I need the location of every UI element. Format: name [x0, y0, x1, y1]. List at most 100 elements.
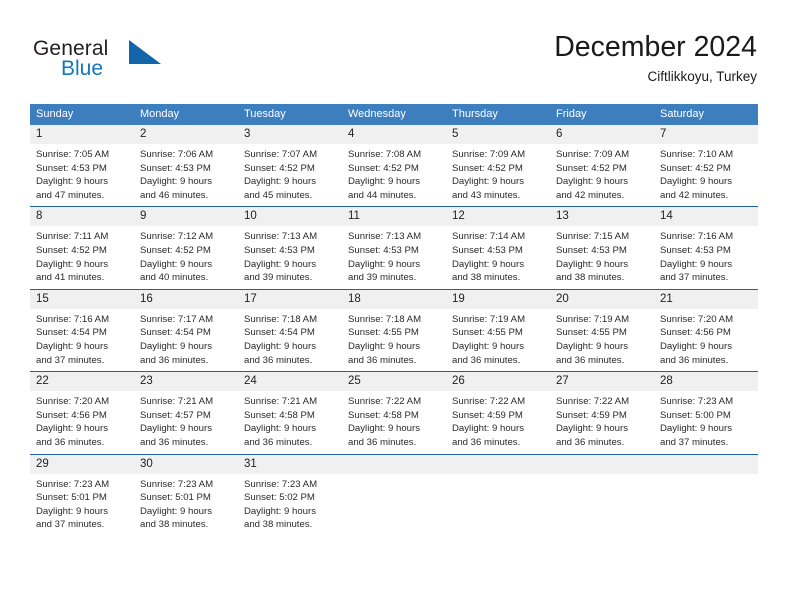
daylight-text-line2: and 38 minutes.	[244, 519, 313, 531]
day-number	[654, 454, 758, 474]
day-sun-info: Sunrise: 7:18 AM Sunset: 4:55 PM Daylight:…	[342, 309, 446, 367]
daylight-text-line2: and 44 minutes.	[348, 189, 417, 201]
day-cell[interactable]: 9 Sunrise: 7:12 AM Sunset: 4:52 PM Daylight…	[134, 207, 238, 284]
sunset-text: Sunset: 4:53 PM	[660, 244, 731, 256]
day-sun-info: Sunrise: 7:13 AM Sunset: 4:53 PM Daylight:…	[238, 226, 342, 284]
daylight-text-line1: Daylight: 9 hours	[660, 340, 732, 352]
daylight-text-line2: and 37 minutes.	[660, 272, 729, 284]
day-cell[interactable]: 30 Sunrise: 7:23 AM Sunset: 5:01 PM Dayligh…	[134, 454, 238, 532]
day-cell[interactable]: 23 Sunrise: 7:21 AM Sunset: 4:57 PM Dayligh…	[134, 372, 238, 449]
day-cell[interactable]: 5 Sunrise: 7:09 AM Sunset: 4:52 PM Daylight…	[446, 125, 550, 202]
day-cell[interactable]: 1 Sunrise: 7:05 AM Sunset: 4:53 PM Daylight…	[30, 125, 134, 202]
day-cell[interactable]: 27 Sunrise: 7:22 AM Sunset: 4:59 PM Dayligh…	[550, 372, 654, 449]
day-cell[interactable]: 14 Sunrise: 7:16 AM Sunset: 4:53 PM Dayligh…	[654, 207, 758, 284]
day-sun-info: Sunrise: 7:14 AM Sunset: 4:53 PM Daylight:…	[446, 226, 550, 284]
day-cell[interactable]: 22 Sunrise: 7:20 AM Sunset: 4:56 PM Dayligh…	[30, 372, 134, 449]
daylight-text-line1: Daylight: 9 hours	[140, 340, 212, 352]
day-cell[interactable]: 20 Sunrise: 7:19 AM Sunset: 4:55 PM Dayligh…	[550, 289, 654, 367]
daylight-text-line1: Daylight: 9 hours	[140, 258, 212, 270]
sunrise-text: Sunrise: 7:09 AM	[556, 149, 630, 160]
day-cell-empty	[550, 454, 654, 532]
day-cell[interactable]: 3 Sunrise: 7:07 AM Sunset: 4:52 PM Daylight…	[238, 125, 342, 202]
logo-triangle-icon	[129, 40, 161, 64]
daylight-text-line2: and 37 minutes.	[36, 354, 105, 366]
daylight-text-line1: Daylight: 9 hours	[140, 505, 212, 517]
day-sun-info: Sunrise: 7:13 AM Sunset: 4:53 PM Daylight:…	[342, 226, 446, 284]
day-number	[342, 454, 446, 474]
sunrise-text: Sunrise: 7:16 AM	[36, 313, 110, 325]
day-cell-empty	[342, 454, 446, 532]
day-cell[interactable]: 15 Sunrise: 7:16 AM Sunset: 4:54 PM Dayligh…	[30, 289, 134, 367]
daylight-text-line2: and 36 minutes.	[140, 436, 209, 448]
day-cell[interactable]: 24 Sunrise: 7:21 AM Sunset: 4:58 PM Dayligh…	[238, 372, 342, 449]
day-cell[interactable]: 13 Sunrise: 7:15 AM Sunset: 4:53 PM Dayligh…	[550, 207, 654, 284]
day-number: 21	[654, 289, 758, 309]
daylight-text-line2: and 43 minutes.	[452, 189, 521, 201]
day-cell[interactable]: 7 Sunrise: 7:10 AM Sunset: 4:52 PM Daylight…	[654, 125, 758, 202]
sunset-text: Sunset: 4:52 PM	[348, 162, 419, 174]
day-cell[interactable]: 26 Sunrise: 7:22 AM Sunset: 4:59 PM Dayligh…	[446, 372, 550, 449]
daylight-text-line1: Daylight: 9 hours	[452, 258, 524, 270]
day-cell[interactable]: 2 Sunrise: 7:06 AM Sunset: 4:53 PM Daylight…	[134, 125, 238, 202]
sunset-text: Sunset: 4:55 PM	[348, 327, 419, 339]
day-sun-info: Sunrise: 7:22 AM Sunset: 4:59 PM Daylight:…	[550, 391, 654, 449]
day-cell[interactable]: 19 Sunrise: 7:19 AM Sunset: 4:55 PM Dayligh…	[446, 289, 550, 367]
weekday-header-tuesday: Tuesday	[244, 108, 286, 120]
sunset-text: Sunset: 4:53 PM	[556, 244, 627, 256]
daylight-text-line1: Daylight: 9 hours	[660, 423, 732, 435]
sunrise-text: Sunrise: 7:22 AM	[556, 396, 630, 408]
day-cell[interactable]: 31 Sunrise: 7:23 AM Sunset: 5:02 PM Dayligh…	[238, 454, 342, 532]
day-number: 28	[654, 372, 758, 392]
day-sun-info: Sunrise: 7:23 AM Sunset: 5:01 PM Daylight:…	[134, 474, 238, 532]
day-cell[interactable]: 11 Sunrise: 7:13 AM Sunset: 4:53 PM Dayligh…	[342, 207, 446, 284]
day-sun-info: Sunrise: 7:15 AM Sunset: 4:53 PM Daylight:…	[550, 226, 654, 284]
sunset-text: Sunset: 4:53 PM	[36, 162, 107, 174]
day-number: 24	[238, 372, 342, 392]
day-cell[interactable]: 25 Sunrise: 7:22 AM Sunset: 4:58 PM Dayligh…	[342, 372, 446, 449]
weekday-header-monday: Monday	[140, 108, 180, 120]
day-cell[interactable]: 6 Sunrise: 7:09 AM Sunset: 4:52 PM Daylight…	[550, 125, 654, 202]
sunrise-text: Sunrise: 7:10 AM	[660, 149, 734, 160]
day-sun-info: Sunrise: 7:20 AM Sunset: 4:56 PM Daylight:…	[30, 391, 134, 449]
day-cell-empty	[654, 454, 758, 532]
day-number: 5	[446, 125, 550, 144]
day-sun-info: Sunrise: 7:17 AM Sunset: 4:54 PM Daylight:…	[134, 309, 238, 367]
sunset-text: Sunset: 5:01 PM	[36, 492, 107, 504]
sunrise-text: Sunrise: 7:09 AM	[452, 149, 526, 160]
daylight-text-line1: Daylight: 9 hours	[244, 258, 316, 270]
day-cell[interactable]: 12 Sunrise: 7:14 AM Sunset: 4:53 PM Dayligh…	[446, 207, 550, 284]
day-sun-info: Sunrise: 7:23 AM Sunset: 5:01 PM Daylight:…	[30, 474, 134, 532]
sunrise-text: Sunrise: 7:23 AM	[140, 478, 214, 490]
day-cell[interactable]: 8 Sunrise: 7:11 AM Sunset: 4:52 PM Daylight…	[30, 207, 134, 284]
day-sun-info: Sunrise: 7:09 AM Sunset: 4:52 PM Daylight:…	[550, 144, 654, 202]
weekday-header-thursday: Thursday	[452, 108, 498, 120]
daylight-text-line1: Daylight: 9 hours	[36, 258, 108, 270]
day-cell[interactable]: 17 Sunrise: 7:18 AM Sunset: 4:54 PM Dayligh…	[238, 289, 342, 367]
daylight-text-line1: Daylight: 9 hours	[244, 176, 316, 188]
daylight-text-line2: and 38 minutes.	[556, 272, 625, 284]
day-cell[interactable]: 29 Sunrise: 7:23 AM Sunset: 5:01 PM Dayligh…	[30, 454, 134, 532]
page-title: December 2024	[554, 31, 757, 63]
day-cell[interactable]: 18 Sunrise: 7:18 AM Sunset: 4:55 PM Dayligh…	[342, 289, 446, 367]
calendar-page: General Blue December 2024 Ciftlikkoyu, …	[0, 0, 792, 612]
sunset-text: Sunset: 4:58 PM	[244, 409, 315, 421]
sunset-text: Sunset: 4:55 PM	[452, 327, 523, 339]
daylight-text-line2: and 37 minutes.	[660, 436, 729, 448]
sunset-text: Sunset: 4:52 PM	[452, 162, 523, 174]
daylight-text-line1: Daylight: 9 hours	[244, 423, 316, 435]
weekday-header-friday: Friday	[556, 108, 587, 120]
day-cell[interactable]: 4 Sunrise: 7:08 AM Sunset: 4:52 PM Daylight…	[342, 125, 446, 202]
day-cell[interactable]: 10 Sunrise: 7:13 AM Sunset: 4:53 PM Dayligh…	[238, 207, 342, 284]
day-number: 25	[342, 372, 446, 392]
day-sun-info: Sunrise: 7:06 AM Sunset: 4:53 PM Daylight:…	[134, 144, 238, 202]
day-number	[550, 454, 654, 474]
day-sun-info: Sunrise: 7:16 AM Sunset: 4:53 PM Daylight:…	[654, 226, 758, 284]
day-cell[interactable]: 28 Sunrise: 7:23 AM Sunset: 5:00 PM Dayligh…	[654, 372, 758, 449]
day-cell[interactable]: 16 Sunrise: 7:17 AM Sunset: 4:54 PM Dayligh…	[134, 289, 238, 367]
day-number: 29	[30, 454, 134, 474]
page-subtitle-location: Ciftlikkoyu, Turkey	[647, 69, 757, 84]
day-sun-info: Sunrise: 7:18 AM Sunset: 4:54 PM Daylight:…	[238, 309, 342, 367]
day-cell[interactable]: 21 Sunrise: 7:20 AM Sunset: 4:56 PM Dayligh…	[654, 289, 758, 367]
day-number: 23	[134, 372, 238, 392]
day-number: 10	[238, 207, 342, 227]
